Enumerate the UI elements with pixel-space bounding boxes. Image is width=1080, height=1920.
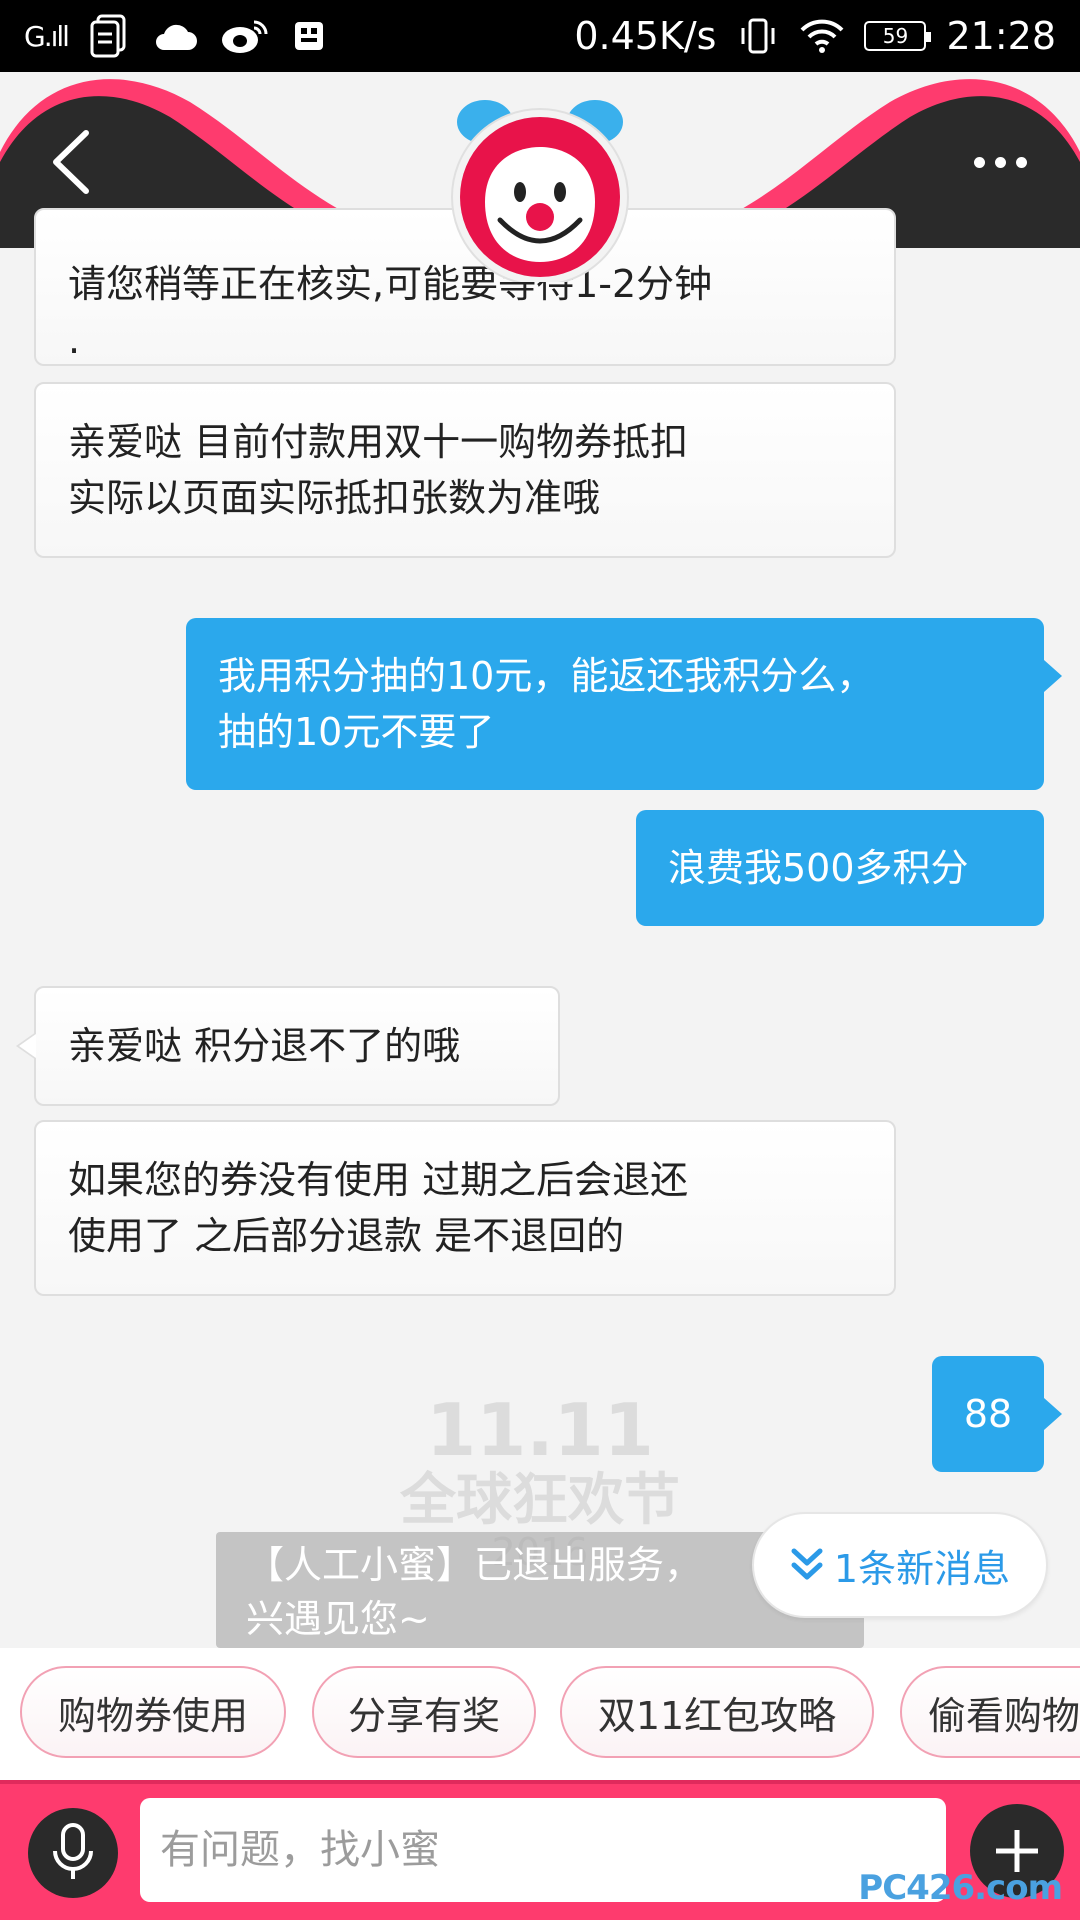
back-button[interactable] bbox=[40, 122, 100, 202]
new-message-button[interactable]: 1条新消息 bbox=[752, 1512, 1048, 1618]
cloud-icon bbox=[152, 20, 198, 52]
incoming-message: 如果您的券没有使用 过期之后会退还 使用了 之后部分退款 是不退回的 bbox=[34, 1120, 896, 1296]
bubble-tail bbox=[16, 1032, 36, 1060]
back-chevron-icon bbox=[53, 130, 89, 194]
more-dot bbox=[994, 156, 1006, 168]
site-watermark: PC426.com bbox=[858, 1868, 1063, 1908]
message-text: . bbox=[68, 318, 81, 362]
app-notification-icon bbox=[292, 19, 326, 53]
message-text: 抽的10元不要了 bbox=[218, 710, 495, 754]
double-chevron-down-icon bbox=[791, 1548, 823, 1580]
status-bar: G.ıll 0.45K/s 59 21:28 bbox=[0, 0, 1080, 72]
chip-coupon-usage[interactable]: 购物券使用 bbox=[20, 1666, 286, 1758]
clock: 21:28 bbox=[946, 14, 1056, 58]
more-options-button[interactable] bbox=[960, 132, 1040, 192]
microphone-icon bbox=[53, 1823, 93, 1879]
message-text: 亲爱哒 目前付款用双十一购物券抵扣 bbox=[68, 420, 689, 464]
toast-line: 【人工小蜜】已退出服务， bbox=[246, 1543, 703, 1587]
vibrate-icon bbox=[736, 16, 780, 56]
outgoing-message: 我用积分抽的10元，能返还我积分么， 抽的10元不要了 bbox=[186, 618, 1062, 790]
mascot-avatar bbox=[451, 100, 629, 282]
quick-reply-bar: 购物券使用 分享有奖 双11红包攻略 偷看购物 bbox=[0, 1648, 1080, 1780]
wifi-icon bbox=[800, 18, 844, 54]
bubble-tail bbox=[1044, 660, 1062, 692]
outgoing-message: 88 bbox=[932, 1356, 1062, 1472]
chip-red-packet-guide[interactable]: 双11红包攻略 bbox=[560, 1666, 874, 1758]
signal-icon: G.ıll bbox=[24, 19, 70, 53]
voice-button[interactable] bbox=[28, 1808, 118, 1898]
watermark-line: 11.11 bbox=[426, 1388, 654, 1472]
new-message-label: 1条新消息 bbox=[833, 1546, 1011, 1591]
message-text: 88 bbox=[963, 1392, 1013, 1436]
message-text: 实际以页面实际抵扣张数为准哦 bbox=[68, 476, 601, 520]
incoming-message: 亲爱哒 目前付款用双十一购物券抵扣 实际以页面实际抵扣张数为准哦 bbox=[34, 382, 896, 558]
document-icon bbox=[90, 14, 130, 58]
message-input[interactable] bbox=[140, 1798, 946, 1902]
outgoing-message: 浪费我500多积分 bbox=[636, 810, 1044, 926]
message-text: 如果您的券没有使用 过期之后会退还 bbox=[68, 1158, 689, 1202]
chip-share-reward[interactable]: 分享有奖 bbox=[312, 1666, 536, 1758]
message-text: 亲爱哒 积分退不了的哦 bbox=[68, 1024, 461, 1068]
bubble-tail bbox=[1044, 1398, 1062, 1430]
watermark-line: 全球狂欢节 bbox=[400, 1468, 680, 1533]
more-dot bbox=[973, 156, 985, 168]
toast-line: 兴遇见您~ bbox=[246, 1597, 430, 1641]
chip-peek-shopping[interactable]: 偷看购物 bbox=[900, 1666, 1080, 1758]
more-dot bbox=[1015, 156, 1027, 168]
message-text: 使用了 之后部分退款 是不退回的 bbox=[68, 1214, 625, 1258]
incoming-message: 亲爱哒 积分退不了的哦 bbox=[16, 986, 560, 1106]
message-text: 浪费我500多积分 bbox=[668, 846, 969, 890]
weibo-icon bbox=[220, 16, 270, 56]
network-speed: 0.45K/s bbox=[574, 14, 717, 58]
message-text: 我用积分抽的10元，能返还我积分么， bbox=[218, 654, 875, 698]
battery-icon: 59 bbox=[864, 21, 932, 51]
